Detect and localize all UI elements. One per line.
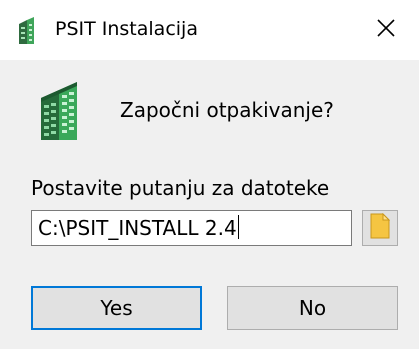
building-icon — [39, 80, 79, 140]
folder-icon — [370, 212, 391, 243]
close-icon — [376, 18, 396, 42]
window-title: PSIT Instalacija — [55, 18, 198, 40]
path-value: C:\PSIT_INSTALL 2.4 — [38, 216, 237, 240]
prompt-text: Započni otpakivanje? — [120, 98, 334, 122]
close-button[interactable] — [364, 10, 408, 50]
building-icon — [17, 16, 35, 44]
no-button[interactable]: No — [227, 286, 398, 330]
yes-button[interactable]: Yes — [31, 286, 202, 330]
text-caret — [237, 215, 239, 239]
title-bar: PSIT Instalacija — [0, 0, 419, 60]
browse-folder-button[interactable] — [362, 210, 398, 246]
path-input[interactable]: C:\PSIT_INSTALL 2.4 — [31, 210, 352, 246]
path-label: Postavite putanju za datoteke — [31, 176, 330, 200]
installer-dialog: PSIT Instalacija Započni otpakivanje? Po… — [0, 0, 419, 349]
